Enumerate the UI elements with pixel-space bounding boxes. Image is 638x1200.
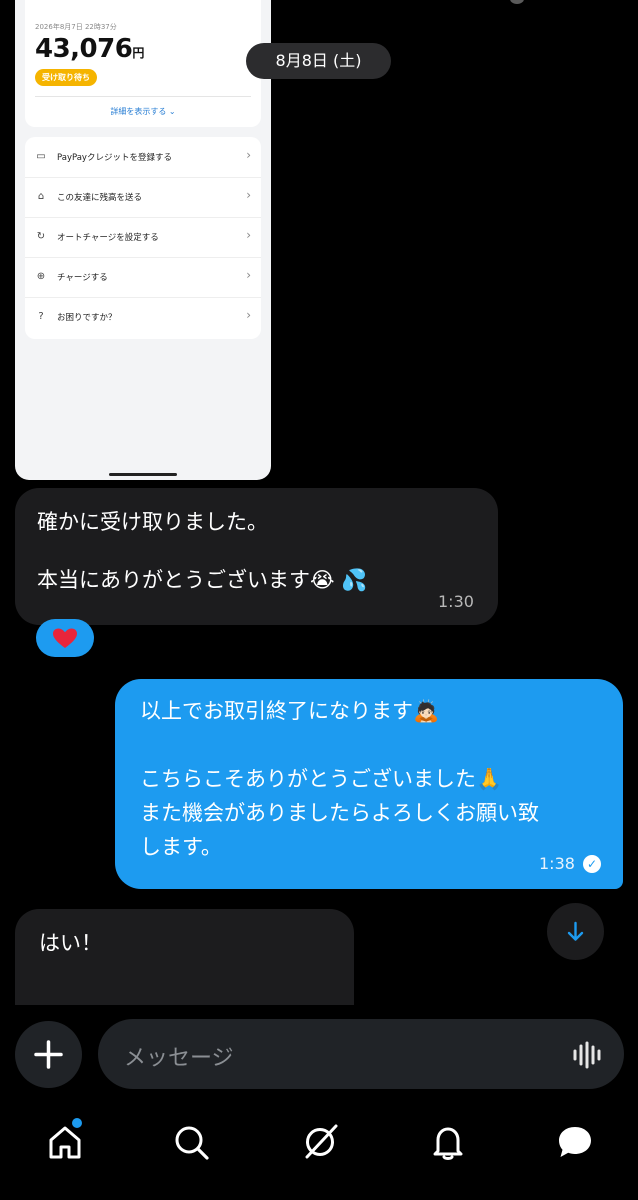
message-line: 本当にありがとうございます😭 💦 xyxy=(37,568,368,592)
chevron-right-icon: › xyxy=(246,148,251,162)
add-attachment-button[interactable] xyxy=(15,1021,82,1088)
message-input-placeholder: メッセージ xyxy=(124,1046,234,1071)
paypay-menu: ▭ PayPayクレジットを登録する › ⌂ この友達に残高を送る › ↻ オー… xyxy=(25,137,261,339)
date-separator: 8月8日 (土) xyxy=(246,43,391,79)
home-indicator xyxy=(109,473,177,476)
chevron-right-icon: › xyxy=(246,228,251,242)
message-line: 確かに受け取りました。 xyxy=(37,510,268,534)
transfer-amount: 43,076円 xyxy=(35,34,144,64)
transfer-timestamp: 2026年8月7日 22時37分 xyxy=(35,23,117,31)
divider xyxy=(35,96,251,97)
status-indicator xyxy=(510,0,524,4)
message-input[interactable]: メッセージ xyxy=(98,1019,624,1089)
menu-item: ? お困りですか？ › xyxy=(25,297,261,337)
grok-icon[interactable] xyxy=(300,1122,340,1162)
plus-circle-icon: ⊕ xyxy=(36,271,46,282)
menu-item: ↻ オートチャージを設定する › xyxy=(25,217,261,258)
pending-badge: 受け取り待ち xyxy=(35,69,97,86)
chevron-right-icon: › xyxy=(246,308,251,322)
chevron-right-icon: › xyxy=(246,188,251,202)
details-link: 詳細を表示する ⌄ xyxy=(110,107,176,116)
message-line: また機会がありましたらよろしくお願い致 xyxy=(140,801,539,825)
chevron-right-icon: › xyxy=(246,268,251,282)
message-line: します。 xyxy=(140,835,222,859)
help-icon: ? xyxy=(38,311,44,322)
message-time: 1:30 xyxy=(438,592,474,611)
plus-icon xyxy=(34,1040,63,1069)
card-icon: ▭ xyxy=(36,151,46,162)
messages-icon[interactable] xyxy=(555,1122,595,1162)
message-line: こちらこそありがとうございました🙏 xyxy=(140,767,503,791)
message-line: はい！ xyxy=(39,931,102,955)
house-send-icon: ⌂ xyxy=(37,191,45,202)
outgoing-message[interactable]: 以上でお取引終了になります🙇🏻 こちらこそありがとうございました🙏 また機会があ… xyxy=(115,679,623,889)
reaction-badge[interactable] xyxy=(36,619,94,657)
menu-item: ▭ PayPayクレジットを登録する › xyxy=(25,137,261,178)
arrow-down-icon xyxy=(567,921,584,941)
notifications-icon[interactable] xyxy=(428,1122,468,1162)
home-notification-dot xyxy=(72,1118,82,1128)
search-icon[interactable] xyxy=(171,1122,211,1162)
attached-image[interactable]: 2026年8月7日 22時37分 43,076円 受け取り待ち 詳細を表示する … xyxy=(15,0,271,480)
scroll-to-bottom-button[interactable] xyxy=(547,903,604,960)
balance-card: 2026年8月7日 22時37分 43,076円 受け取り待ち 詳細を表示する … xyxy=(25,0,261,127)
home-icon[interactable] xyxy=(45,1122,85,1162)
read-check-icon: ✓ xyxy=(583,855,601,873)
incoming-message[interactable]: 確かに受け取りました。 本当にありがとうございます😭 💦 1:30 xyxy=(15,488,498,625)
message-time: 1:38 xyxy=(539,854,575,873)
menu-item: ⊕ チャージする › xyxy=(25,257,261,298)
chevron-down-icon: ⌄ xyxy=(168,107,176,116)
voice-message-icon[interactable] xyxy=(572,1041,604,1069)
auto-charge-icon: ↻ xyxy=(36,231,46,242)
heart-icon xyxy=(53,628,77,648)
menu-item: ⌂ この友達に残高を送る › xyxy=(25,177,261,218)
message-line: 以上でお取引終了になります🙇🏻 xyxy=(140,699,440,723)
